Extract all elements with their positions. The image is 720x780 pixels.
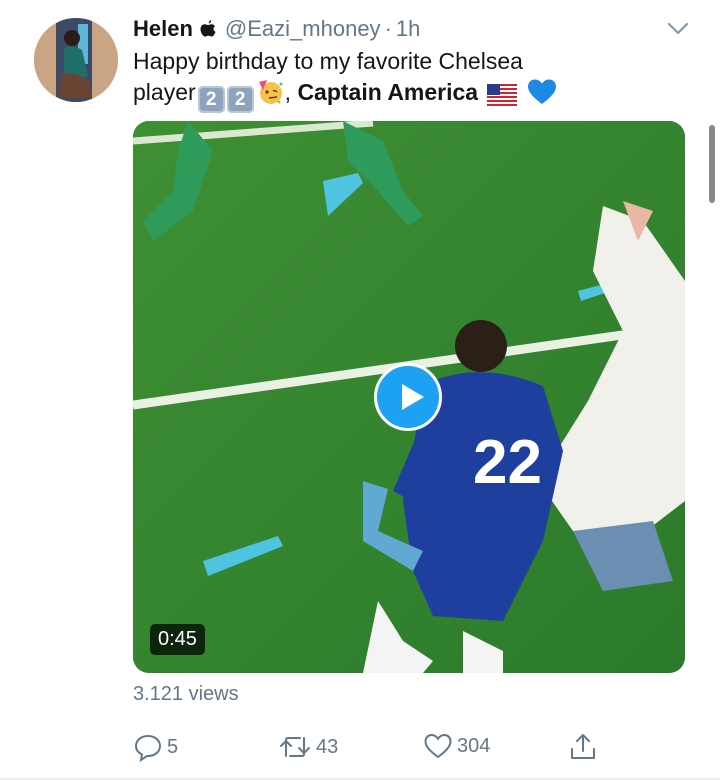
partying-face-emoji [257, 78, 285, 114]
scrollbar[interactable] [709, 125, 715, 203]
retweet-count: 43 [316, 735, 339, 758]
keycap-2-emoji: 2 [226, 86, 254, 113]
reply-button[interactable]: 5 [133, 732, 178, 762]
avatar-photo [34, 18, 118, 102]
reply-icon [133, 732, 163, 762]
reply-count: 5 [167, 735, 179, 758]
jersey-number: 22 [473, 428, 542, 497]
like-button[interactable]: 304 [423, 732, 490, 760]
tweet-header: Helen @Eazi_mhoney · 1h [133, 13, 420, 45]
apple-icon [199, 19, 217, 39]
tweet-actions: 5 43 304 [133, 732, 603, 764]
retweet-button[interactable]: 43 [278, 732, 338, 762]
blue-heart-emoji [527, 78, 557, 114]
share-button[interactable] [568, 732, 598, 762]
video-player[interactable]: 22 0:45 [133, 121, 685, 673]
tweet-text: Happy birthday to my favorite Chelsea pl… [133, 46, 693, 114]
chevron-down-icon[interactable] [664, 18, 692, 40]
play-icon[interactable] [374, 363, 442, 431]
tweet-text-bold: Captain America [297, 79, 479, 105]
keycap-2-emoji: 2 [197, 86, 225, 113]
view-count: 3.121 views [133, 683, 239, 705]
tweet-text-line-1: Happy birthday to my favorite Chelsea [133, 48, 523, 74]
tweet-text-comma: , [284, 79, 292, 105]
avatar[interactable] [34, 18, 118, 102]
separator-dot: · [384, 16, 392, 41]
user-handle[interactable]: @Eazi_mhoney [225, 16, 381, 42]
like-count: 304 [457, 734, 491, 757]
tweet-text-line-2: player 2 2, Captain America [133, 77, 693, 114]
tweet-time[interactable]: 1h [396, 16, 420, 42]
share-icon [568, 732, 598, 762]
like-icon [423, 732, 453, 760]
tweet-text-player: player [133, 79, 196, 105]
us-flag-emoji [487, 83, 518, 114]
display-name[interactable]: Helen [133, 16, 193, 42]
video-duration: 0:45 [150, 624, 205, 655]
retweet-icon [278, 732, 312, 762]
